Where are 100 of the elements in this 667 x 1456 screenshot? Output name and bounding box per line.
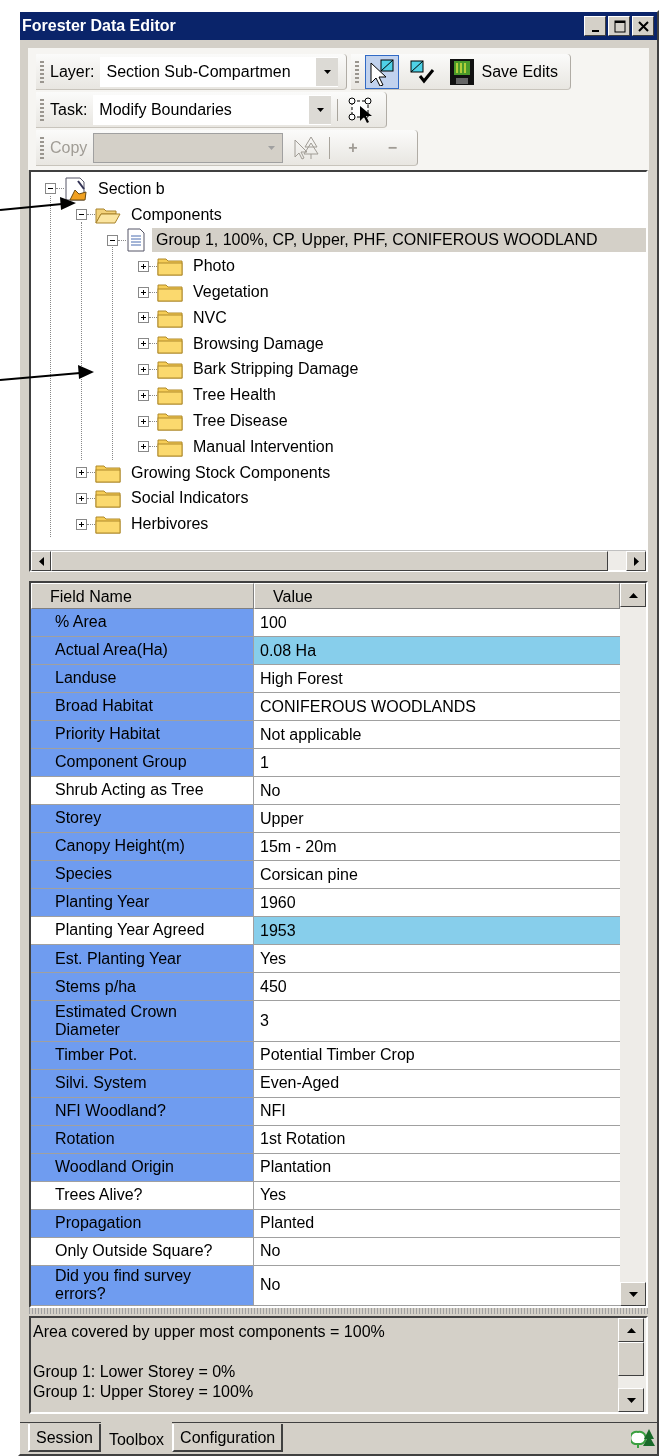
value-cell[interactable]: 3 [254,1001,620,1041]
value-cell[interactable]: Upper [254,805,620,833]
expand-icon[interactable] [138,389,149,401]
scroll-down-button[interactable] [620,1282,646,1306]
tree-item[interactable]: Section b [94,176,169,201]
field-name-cell: Actual Area(Ha) [31,637,254,665]
value-cell[interactable]: 1953 [254,917,620,945]
value-cell[interactable]: High Forest [254,665,620,693]
tool-button[interactable] [365,54,400,89]
save-edits-button[interactable]: Save Edits [445,57,562,86]
dropdown-arrow-icon [316,107,324,112]
expand-icon[interactable] [76,492,87,504]
folder-icon [157,359,183,380]
value-cell[interactable]: 1960 [254,889,620,917]
tab[interactable]: Session [28,1424,101,1452]
value-cell[interactable]: 450 [254,973,620,1001]
toolbar-grip[interactable] [40,60,44,83]
toolbar-grip[interactable] [40,98,44,121]
value-cell[interactable]: Yes [254,945,620,973]
expand-icon[interactable] [138,312,149,324]
field-name-cell: Est. Planting Year [31,945,254,973]
collapse-icon[interactable] [45,183,56,195]
tree-item[interactable]: Herbivores [127,512,213,537]
vertex-edit-icon [348,95,375,124]
collapse-icon[interactable] [76,209,87,221]
tree-item[interactable]: Components [127,202,226,227]
value-cell[interactable]: Plantation [254,1153,620,1181]
value-cell[interactable]: Corsican pine [254,861,620,889]
value-cell[interactable]: Potential Timber Crop [254,1041,620,1069]
value-cell[interactable]: NFI [254,1097,620,1125]
tree-item[interactable]: Growing Stock Components [127,460,335,485]
column-header[interactable]: Field Name [31,583,254,609]
expand-icon[interactable] [76,467,87,479]
field-name-cell: Broad Habitat [31,693,254,721]
map-section-icon [64,175,88,202]
layer-dropdown[interactable]: Section Sub-Compartmen [100,56,339,87]
scroll-up-button[interactable] [620,583,646,607]
value-cell[interactable]: Even-Aged [254,1069,620,1097]
scrollbar-thumb[interactable] [618,1342,644,1376]
scroll-left-button[interactable] [31,551,51,571]
tree-item[interactable]: Tree Health [189,383,280,408]
scroll-down-button[interactable] [618,1388,644,1412]
expand-icon[interactable] [138,441,149,453]
field-name-cell: Trees Alive? [31,1181,254,1209]
save-icon [449,57,476,86]
tab[interactable]: Configuration [172,1424,284,1452]
tree-item[interactable]: Manual Intervention [189,434,338,459]
field-name-cell: Stems p/ha [31,973,254,1001]
value-cell[interactable]: 15m - 20m [254,833,620,861]
field-name-cell: Woodland Origin [31,1153,254,1181]
scroll-up-button[interactable] [618,1318,644,1342]
tree-item[interactable]: Bark Stripping Damage [189,357,363,382]
scroll-right-button[interactable] [626,551,646,571]
value-cell[interactable]: 0.08 Ha [254,637,620,665]
field-name-cell: Landuse [31,665,254,693]
value-cell[interactable]: Yes [254,1181,620,1209]
expand-icon[interactable] [138,286,149,298]
value-cell[interactable]: 1st Rotation [254,1125,620,1153]
value-cell[interactable]: CONIFEROUS WOODLANDS [254,693,620,721]
value-cell[interactable]: No [254,777,620,805]
value-cell[interactable]: Not applicable [254,721,620,749]
tree-item[interactable]: Browsing Damage [189,331,328,356]
window-title: Forester Data Editor [22,16,177,36]
maximize-button[interactable] [608,16,630,36]
tree-item[interactable]: Photo [189,254,239,279]
value-cell[interactable]: No [254,1265,620,1306]
folder-icon [157,436,183,457]
value-cell[interactable]: Planted [254,1209,620,1237]
close-button[interactable] [632,16,654,36]
tree-item[interactable]: Social Indicators [127,486,253,511]
field-name-cell: Planting Year [31,889,254,917]
value-cell[interactable]: 1 [254,749,620,777]
expand-icon[interactable] [138,415,149,427]
column-header[interactable]: Value [254,583,620,609]
field-name-cell: Species [31,861,254,889]
message-line: Group 1: Lower Storey = 0% [33,1362,237,1382]
tree-item[interactable]: Tree Disease [189,409,292,434]
field-name-cell: % Area [31,609,254,636]
task-dropdown[interactable]: Modify Boundaries [93,94,332,125]
expand-icon[interactable] [138,363,149,375]
expand-icon[interactable] [138,260,149,272]
folder-icon [95,488,121,509]
expand-icon[interactable] [138,338,149,350]
field-name-cell: Storey [31,805,254,833]
tree-item[interactable]: NVC [189,305,231,330]
collapse-icon[interactable] [107,235,118,246]
minimize-button[interactable] [584,16,606,36]
field-name-cell: Shrub Acting as Tree [31,777,254,805]
toolbar-grip[interactable] [40,136,44,159]
value-cell[interactable]: 100 [254,609,620,636]
select-tool-icon [368,57,397,86]
tree-item[interactable]: Vegetation [189,280,273,305]
value-cell[interactable]: No [254,1237,620,1265]
expand-icon[interactable] [76,518,87,530]
toolbar-grip[interactable] [355,60,360,83]
folder-icon [157,307,183,328]
scrollbar-thumb[interactable] [51,551,608,571]
tree-item[interactable]: Group 1, 100%, CP, Upper, PHF, CONIFEROUS WOODLAND [152,228,646,253]
field-name-cell: Silvi. System [31,1069,254,1097]
field-name-cell: Priority Habitat [31,721,254,749]
